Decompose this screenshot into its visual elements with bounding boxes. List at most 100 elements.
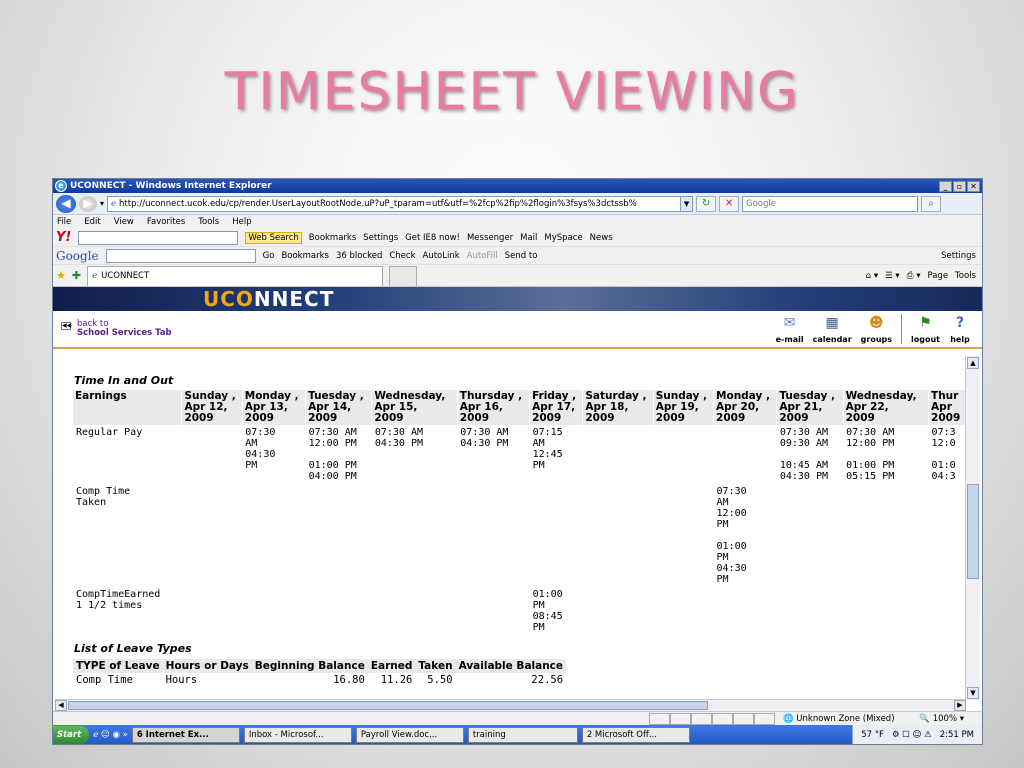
url-field[interactable]: ℯ http://uconnect.ucok.edu/cp/render.Use… (107, 195, 694, 212)
print-icon[interactable]: ⎙ ▾ (907, 271, 921, 281)
help-nav-button[interactable]: ? help (949, 315, 971, 344)
day-column-header: Sunday , Apr 12, 2009 (181, 390, 243, 425)
autolink-button[interactable]: AutoLink (423, 251, 460, 261)
email-nav-button[interactable]: ✉ e-mail (776, 315, 804, 344)
back-to-school-services-link[interactable]: ◀◀ back to School Services Tab (61, 320, 172, 338)
time-entry-cell (843, 587, 928, 635)
news-button[interactable]: News (590, 233, 613, 243)
tab-uconnect[interactable]: ℯ UCONNECT (87, 265, 384, 286)
new-tab-button[interactable] (389, 265, 418, 286)
time-entry-cell (242, 484, 305, 587)
time-entry-cell (182, 425, 242, 484)
url-dropdown-icon[interactable]: ▼ (680, 196, 693, 211)
time-entry-cell (714, 587, 777, 635)
favorites-star-icon[interactable]: ★ (56, 269, 66, 282)
scroll-left-icon[interactable]: ◀ (55, 700, 67, 711)
portal-nav: ✉ e-mail ▦ calendar ☻ groups ⚑ logout ? help (776, 314, 982, 344)
google-search-input[interactable] (105, 248, 256, 263)
home-icon[interactable]: ⌂ ▾ (866, 271, 878, 281)
day-column-header: Monday , Apr 13, 2009 (242, 390, 307, 425)
menu-edit[interactable]: Edit (84, 217, 100, 227)
scroll-down-icon[interactable]: ▼ (967, 687, 979, 699)
maximize-button[interactable]: ▫ (953, 180, 966, 192)
tools-menu-button[interactable]: Tools (955, 271, 976, 281)
menu-view[interactable]: View (114, 217, 134, 227)
leave-column-header: Available Balance (455, 659, 567, 673)
time-entry-cell (714, 425, 777, 484)
page-menu-button[interactable]: Page (927, 271, 948, 281)
leave-cell: 16.80 (333, 674, 365, 686)
weather-temp[interactable]: 57 °F (861, 730, 884, 740)
groups-icon: ☻ (869, 315, 884, 331)
send-to-button[interactable]: Send to (505, 251, 538, 261)
leave-column-header: Beginning Balance (251, 659, 368, 673)
mail-button[interactable]: Mail (520, 233, 537, 243)
task-microsoft-office[interactable]: 2 Microsoft Off... (581, 727, 690, 743)
task-training[interactable]: training (467, 727, 578, 743)
google-settings-button[interactable]: Settings (941, 251, 982, 261)
zoom-level[interactable]: 🔍 100% ▾ (919, 714, 982, 724)
day-column-header: Sunday , Apr 19, 2009 (653, 390, 715, 425)
search-input[interactable]: Google (742, 195, 919, 212)
menu-bar: File Edit View Favorites Tools Help (53, 215, 982, 229)
horizontal-scroll-thumb[interactable] (68, 701, 708, 710)
quicklaunch-icons[interactable]: ℯ ☺ ◉ » (93, 730, 128, 740)
yahoo-toolbar: Y! Web Search Bookmarks Settings Get IE8… (53, 229, 982, 247)
myspace-button[interactable]: MySpace (544, 233, 582, 243)
minimize-button[interactable]: _ (939, 180, 952, 192)
yahoo-search-input[interactable] (78, 230, 239, 245)
horizontal-scrollbar[interactable]: ◀ ▶ (55, 699, 966, 711)
autofill-button[interactable]: AutoFill (467, 251, 498, 261)
scroll-right-icon[interactable]: ▶ (954, 700, 966, 711)
feeds-icon[interactable]: ☰ ▾ (885, 271, 900, 281)
yahoo-bookmarks-button[interactable]: Bookmarks (309, 233, 357, 243)
window-titlebar: e UCONNECT - Windows Internet Explorer _… (53, 179, 982, 193)
spell-check-button[interactable]: Check (389, 251, 415, 261)
system-tray: 57 °F ⚙ ☐ ☺ ⚠ 2:51 PM (852, 725, 982, 744)
history-dropdown-icon[interactable]: ▾ (100, 199, 104, 208)
security-zone[interactable]: 🌐 Unknown Zone (Mixed) (783, 714, 895, 724)
calendar-nav-button[interactable]: ▦ calendar (813, 315, 852, 344)
google-bookmarks-button[interactable]: Bookmarks (281, 251, 329, 261)
leave-cell: Hours (165, 674, 198, 686)
logout-nav-button[interactable]: ⚑ logout (911, 315, 940, 344)
groups-nav-button[interactable]: ☻ groups (861, 315, 892, 344)
vertical-scrollbar[interactable]: ▲ ▼ (965, 356, 980, 700)
web-search-button[interactable]: Web Search (245, 231, 302, 244)
tray-icons[interactable]: ⚙ ☐ ☺ ⚠ (892, 730, 932, 740)
task-inbox[interactable]: Inbox - Microsof... (243, 727, 352, 743)
stop-button[interactable]: ✕ (719, 195, 740, 212)
menu-help[interactable]: Help (232, 217, 251, 227)
menu-favorites[interactable]: Favorites (147, 217, 185, 227)
forward-button[interactable]: ▶ (79, 195, 97, 212)
menu-file[interactable]: File (57, 217, 71, 227)
add-favorites-icon[interactable]: ✚ (72, 269, 81, 282)
menu-tools[interactable]: Tools (198, 217, 219, 227)
get-ie8-button[interactable]: Get IE8 now! (405, 233, 460, 243)
search-icon[interactable]: ⌕ (921, 195, 942, 212)
scroll-up-icon[interactable]: ▲ (967, 357, 979, 369)
uconnect-logo: UCONNECT (203, 287, 335, 311)
slide-title: TIMESHEET VIEWING (224, 62, 800, 122)
ie-logo-icon: e (55, 180, 67, 192)
vertical-scroll-thumb[interactable] (967, 484, 979, 579)
back-button[interactable]: ◀ (56, 194, 76, 213)
messenger-button[interactable]: Messenger (467, 233, 513, 243)
back-arrow-icon: ◀◀ (61, 322, 72, 330)
nav-separator (901, 314, 903, 344)
google-go-button[interactable]: Go (263, 251, 275, 261)
leave-types-heading: List of Leave Types (74, 642, 192, 655)
popup-blocked-button[interactable]: 36 blocked (336, 251, 382, 261)
start-button[interactable]: Start (53, 726, 90, 744)
time-entry-cell (653, 587, 713, 635)
time-entry-cell (457, 484, 529, 587)
close-button[interactable]: ✕ (967, 180, 980, 192)
refresh-button[interactable]: ↻ (696, 195, 717, 212)
time-entry-cell (777, 484, 843, 587)
time-entry-cell: 07:30 AM 09:30 AM 10:45 AM 04:30 PM (779, 427, 829, 482)
yahoo-logo-icon[interactable]: Y! (56, 230, 71, 245)
yahoo-settings-button[interactable]: Settings (363, 233, 398, 243)
task-payroll-view[interactable]: Payroll View.doc... (355, 727, 464, 743)
time-entry-cell (583, 425, 653, 484)
task-internet-explorer[interactable]: 6 Internet Ex... (131, 727, 240, 743)
